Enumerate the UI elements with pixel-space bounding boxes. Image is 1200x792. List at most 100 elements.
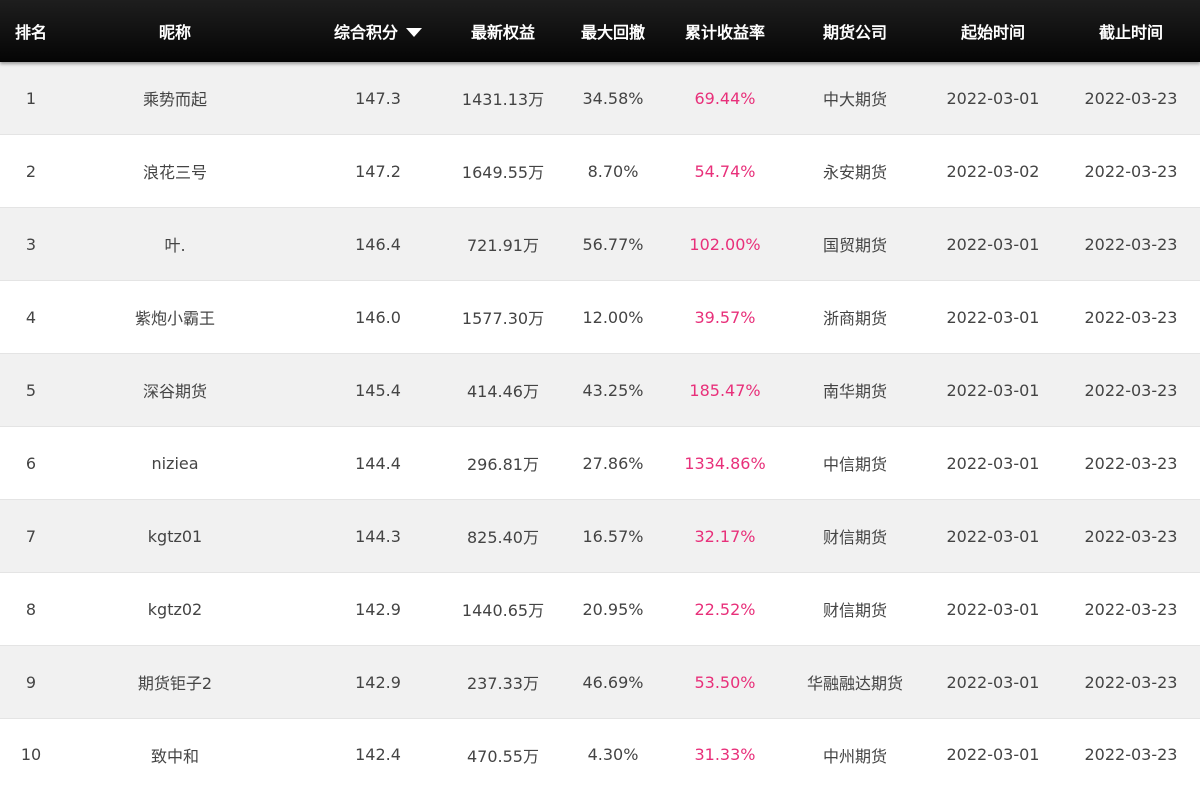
equity-cell: 721.91万 <box>467 236 539 255</box>
score-cell: 144.3 <box>355 526 401 546</box>
name-cell: kgtz02 <box>147 599 203 619</box>
start-date-cell: 2022-03-01 <box>946 526 1040 546</box>
company-cell: 浙商期货 <box>822 309 887 328</box>
header-drawdown[interactable]: 最大回撤 <box>563 0 663 62</box>
company-cell: 国贸期货 <box>822 236 887 255</box>
table-row[interactable]: 1 乘势而起 147.3 1431.13万 34.58% 69.44% 中大期货 2022-0… <box>0 62 1200 135</box>
return-cell: 22.52% <box>694 599 756 619</box>
return-cell: 53.50% <box>694 672 756 692</box>
header-rank[interactable]: 排名 <box>0 0 62 62</box>
start-date-cell: 2022-03-01 <box>946 234 1040 254</box>
rank-cell: 7 <box>25 526 37 546</box>
rank-cell: 1 <box>25 88 37 108</box>
score-cell: 142.9 <box>355 672 401 692</box>
name-cell: niziea <box>151 453 199 473</box>
score-cell: 142.9 <box>355 599 401 619</box>
equity-cell: 1440.65万 <box>461 601 545 620</box>
caret-down-icon <box>406 27 422 37</box>
header-name[interactable]: 昵称 <box>75 0 275 62</box>
rank-cell: 8 <box>25 599 37 619</box>
table-row[interactable]: 10 致中和 142.4 470.55万 4.30% 31.33% 中州期货 2022-03-… <box>0 719 1200 790</box>
header-end[interactable]: 截止时间 <box>1066 0 1196 62</box>
rank-cell: 4 <box>25 307 37 327</box>
rank-cell: 5 <box>25 380 37 400</box>
header-return[interactable]: 累计收益率 <box>665 0 785 62</box>
score-cell: 145.4 <box>355 380 401 400</box>
equity-cell: 414.46万 <box>467 382 539 401</box>
return-cell: 54.74% <box>694 161 756 181</box>
equity-cell: 1431.13万 <box>461 90 545 109</box>
table-row[interactable]: 9 期货钜子2 142.9 237.33万 46.69% 53.50% 华融融达期货 2022… <box>0 646 1200 719</box>
table-row[interactable]: 7 kgtz01 144.3 825.40万 16.57% 32.17% 财信期货 2022-… <box>0 500 1200 573</box>
drawdown-cell: 34.58% <box>582 88 644 108</box>
end-date-cell: 2022-03-23 <box>1084 745 1178 764</box>
end-date-cell: 2022-03-23 <box>1084 453 1178 473</box>
table-row[interactable]: 6 niziea 144.4 296.81万 27.86% 1334.86% 中信期货 202… <box>0 427 1200 500</box>
name-cell: 期货钜子2 <box>137 674 213 693</box>
equity-cell: 237.33万 <box>467 674 539 693</box>
drawdown-cell: 56.77% <box>582 234 644 254</box>
start-date-cell: 2022-03-01 <box>946 88 1040 108</box>
table-row[interactable]: 4 紫炮小霸王 146.0 1577.30万 12.00% 39.57% 浙商期货 2022-… <box>0 281 1200 354</box>
drawdown-cell: 27.86% <box>582 453 644 473</box>
rank-cell: 9 <box>25 672 37 692</box>
start-date-cell: 2022-03-01 <box>946 599 1040 619</box>
equity-cell: 1649.55万 <box>461 163 545 182</box>
score-cell: 147.2 <box>355 161 401 181</box>
start-date-cell: 2022-03-01 <box>946 380 1040 400</box>
start-date-cell: 2022-03-01 <box>946 307 1040 327</box>
return-cell: 1334.86% <box>684 453 766 473</box>
start-date-cell: 2022-03-01 <box>946 672 1040 692</box>
drawdown-cell: 8.70% <box>587 161 639 181</box>
drawdown-cell: 12.00% <box>582 307 644 327</box>
header-company[interactable]: 期货公司 <box>790 0 920 62</box>
rank-cell: 2 <box>25 161 37 181</box>
score-cell: 147.3 <box>355 88 401 108</box>
return-cell: 32.17% <box>694 526 756 546</box>
name-cell: 深谷期货 <box>142 382 207 401</box>
name-cell: 叶. <box>164 236 186 255</box>
company-cell: 财信期货 <box>822 601 887 620</box>
name-cell: kgtz01 <box>147 526 203 546</box>
return-cell: 39.57% <box>694 307 756 327</box>
table-row[interactable]: 5 深谷期货 145.4 414.46万 43.25% 185.47% 南华期货 2022-0… <box>0 354 1200 427</box>
table-row[interactable]: 2 浪花三号 147.2 1649.55万 8.70% 54.74% 永安期货 2022-03… <box>0 135 1200 208</box>
company-cell: 南华期货 <box>822 382 887 401</box>
end-date-cell: 2022-03-23 <box>1084 526 1178 546</box>
drawdown-cell: 46.69% <box>582 672 644 692</box>
name-cell: 乘势而起 <box>142 90 207 109</box>
end-date-cell: 2022-03-23 <box>1084 307 1178 327</box>
score-cell: 146.0 <box>355 307 401 327</box>
table-row[interactable]: 8 kgtz02 142.9 1440.65万 20.95% 22.52% 财信期货 2022… <box>0 573 1200 646</box>
rank-cell: 10 <box>20 745 42 764</box>
company-cell: 财信期货 <box>822 528 887 547</box>
start-date-cell: 2022-03-02 <box>946 161 1040 181</box>
name-cell: 紫炮小霸王 <box>134 309 215 328</box>
name-cell: 浪花三号 <box>142 163 207 182</box>
header-start[interactable]: 起始时间 <box>928 0 1058 62</box>
return-cell: 31.33% <box>694 745 756 764</box>
score-cell: 144.4 <box>355 453 401 473</box>
header-score-sort-button[interactable]: 综合积分 <box>318 0 438 62</box>
return-cell: 185.47% <box>689 380 761 400</box>
drawdown-cell: 43.25% <box>582 380 644 400</box>
drawdown-cell: 16.57% <box>582 526 644 546</box>
table-body: 1 乘势而起 147.3 1431.13万 34.58% 69.44% 中大期货 2022-0… <box>0 62 1200 790</box>
company-cell: 华融融达期货 <box>806 674 903 693</box>
end-date-cell: 2022-03-23 <box>1084 672 1178 692</box>
header-equity[interactable]: 最新权益 <box>443 0 563 62</box>
score-cell: 146.4 <box>355 234 401 254</box>
company-cell: 永安期货 <box>822 163 887 182</box>
company-cell: 中信期货 <box>822 455 887 474</box>
drawdown-cell: 20.95% <box>582 599 644 619</box>
start-date-cell: 2022-03-01 <box>946 745 1040 764</box>
rank-cell: 3 <box>25 234 37 254</box>
return-cell: 69.44% <box>694 88 756 108</box>
equity-cell: 1577.30万 <box>461 309 545 328</box>
name-cell: 致中和 <box>150 746 199 766</box>
table-header: 排名 昵称 综合积分 最新权益 最大回撤 累计收益率 期货公司 起始时间 截止时… <box>0 0 1200 62</box>
return-cell: 102.00% <box>689 234 761 254</box>
start-date-cell: 2022-03-01 <box>946 453 1040 473</box>
ranking-table: 排名 昵称 综合积分 最新权益 最大回撤 累计收益率 期货公司 起始时间 截止时… <box>0 0 1200 790</box>
table-row[interactable]: 3 叶. 146.4 721.91万 56.77% 102.00% 国贸期货 2022-03-… <box>0 208 1200 281</box>
